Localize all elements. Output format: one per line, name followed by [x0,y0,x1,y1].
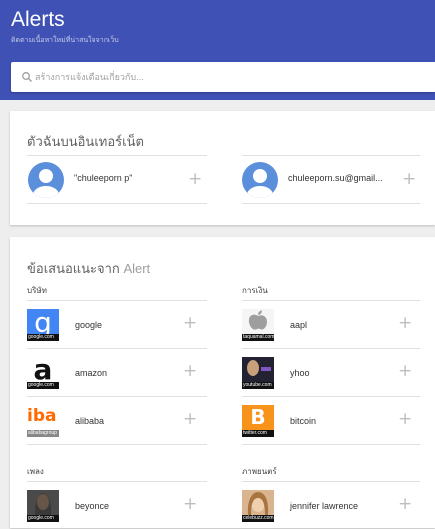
bitcoin-logo-icon: B twitter.com [242,405,274,437]
suggestion-name: amazon [75,368,108,378]
person-avatar-icon [242,162,278,198]
suggestions-title-accent: Alert [123,261,151,276]
suggestion-item-bitcoin[interactable]: B twitter.com bitcoin + [242,397,420,444]
suggestion-item-google[interactable]: g google.com google + [27,301,205,348]
divider [242,155,420,156]
amazon-logo-icon: a google.com [27,357,59,389]
me-on-web-title: ตัวฉันบนอินเทอร์เน็ต [27,134,144,149]
category-label-companies: บริษัท [27,286,47,295]
add-alert-button[interactable]: + [398,411,412,428]
divider [27,155,207,156]
me-on-web-card: ตัวฉันบนอินเทอร์เน็ต "chuleeporn p" + ch… [10,111,435,225]
thumb-caption: celebuzz.com [242,515,274,522]
divider [242,203,420,204]
thumb-caption: google.com [27,382,59,389]
add-alert-button[interactable]: + [188,171,202,188]
suggestions-title: ข้อเสนอแนะจาก Alert [27,258,150,279]
suggestion-name: aapl [290,320,308,330]
create-alert-input[interactable] [35,68,415,86]
app-title: Alerts [11,8,65,31]
category-label-music: เพลง [27,467,44,476]
suggestion-name: jennifer lawrence [290,501,359,511]
divider [242,444,420,445]
jennifer-lawrence-photo-icon: celebuzz.com [242,490,274,522]
suggestion-name: bitcoin [290,416,317,426]
apple-logo-icon: taquamal.com [242,309,274,341]
suggestion-name: beyonce [75,501,110,511]
account-row-name[interactable]: "chuleeporn p" + [28,162,206,198]
suggestion-item-yhoo[interactable]: youtube.com yhoo + [242,349,420,396]
google-logo-icon: g google.com [27,309,59,341]
video-frame [242,357,274,382]
suggestions-title-prefix: ข้อเสนอแนะจาก [27,261,120,276]
thumb-caption: twitter.com [242,430,274,437]
account-row-email[interactable]: chuleeporn.su@gmail... + [242,162,420,198]
add-alert-button[interactable]: + [183,315,197,332]
suggestions-card: ข้อเสนอแนะจาก Alert บริษัท g google.com … [10,237,435,528]
thumb-caption: alibabagroup [27,430,59,437]
account-name: "chuleeporn p" [74,173,133,183]
category-label-finance: การเงิน [242,286,268,295]
add-alert-button[interactable]: + [183,363,197,380]
photo-frame [242,490,274,515]
divider [27,203,207,204]
photo-frame [27,490,59,515]
app-subtitle: ติดตามเนื้อหาใหม่ที่น่าสนใจจากเว็บ [11,37,119,44]
add-alert-button[interactable]: + [398,315,412,332]
suggestion-name: yhoo [290,368,310,378]
add-alert-button[interactable]: + [183,411,197,428]
suggestion-item-alibaba[interactable]: iba alibabagroup alibaba + [27,397,205,444]
alibaba-logo-icon: iba alibabagroup [27,405,59,437]
thumb-caption: taquamal.com [242,334,274,341]
search-icon [22,72,32,82]
bitcoin-logo-text: B [250,405,266,429]
add-alert-button[interactable]: + [402,171,416,188]
yahoo-video-thumbnail-icon: youtube.com [242,357,274,389]
thumb-caption: google.com [27,334,59,341]
add-alert-button[interactable]: + [398,363,412,380]
thumb-caption: youtube.com [242,382,274,389]
suggestion-name: alibaba [75,416,105,426]
add-alert-button[interactable]: + [398,496,412,513]
alibaba-logo-text: iba [27,406,57,426]
category-label-movies: ภาพยนตร์ [242,467,277,476]
person-avatar-icon [28,162,64,198]
suggestion-item-amazon[interactable]: a google.com amazon + [27,349,205,396]
thumb-caption: google.com [27,515,59,522]
search-box[interactable] [11,62,435,92]
apple-shape [248,310,267,330]
add-alert-button[interactable]: + [183,496,197,513]
suggestion-name: google [75,320,103,330]
suggestion-item-aapl[interactable]: taquamal.com aapl + [242,301,420,348]
suggestion-item-jennifer-lawrence[interactable]: celebuzz.com jennifer lawrence + [242,482,420,529]
divider [27,444,207,445]
suggestion-item-beyonce[interactable]: google.com beyonce + [27,482,205,529]
app-header: Alerts ติดตามเนื้อหาใหม่ที่น่าสนใจจากเว็… [0,0,435,100]
beyonce-photo-icon: google.com [27,490,59,522]
account-email: chuleeporn.su@gmail... [288,173,383,183]
